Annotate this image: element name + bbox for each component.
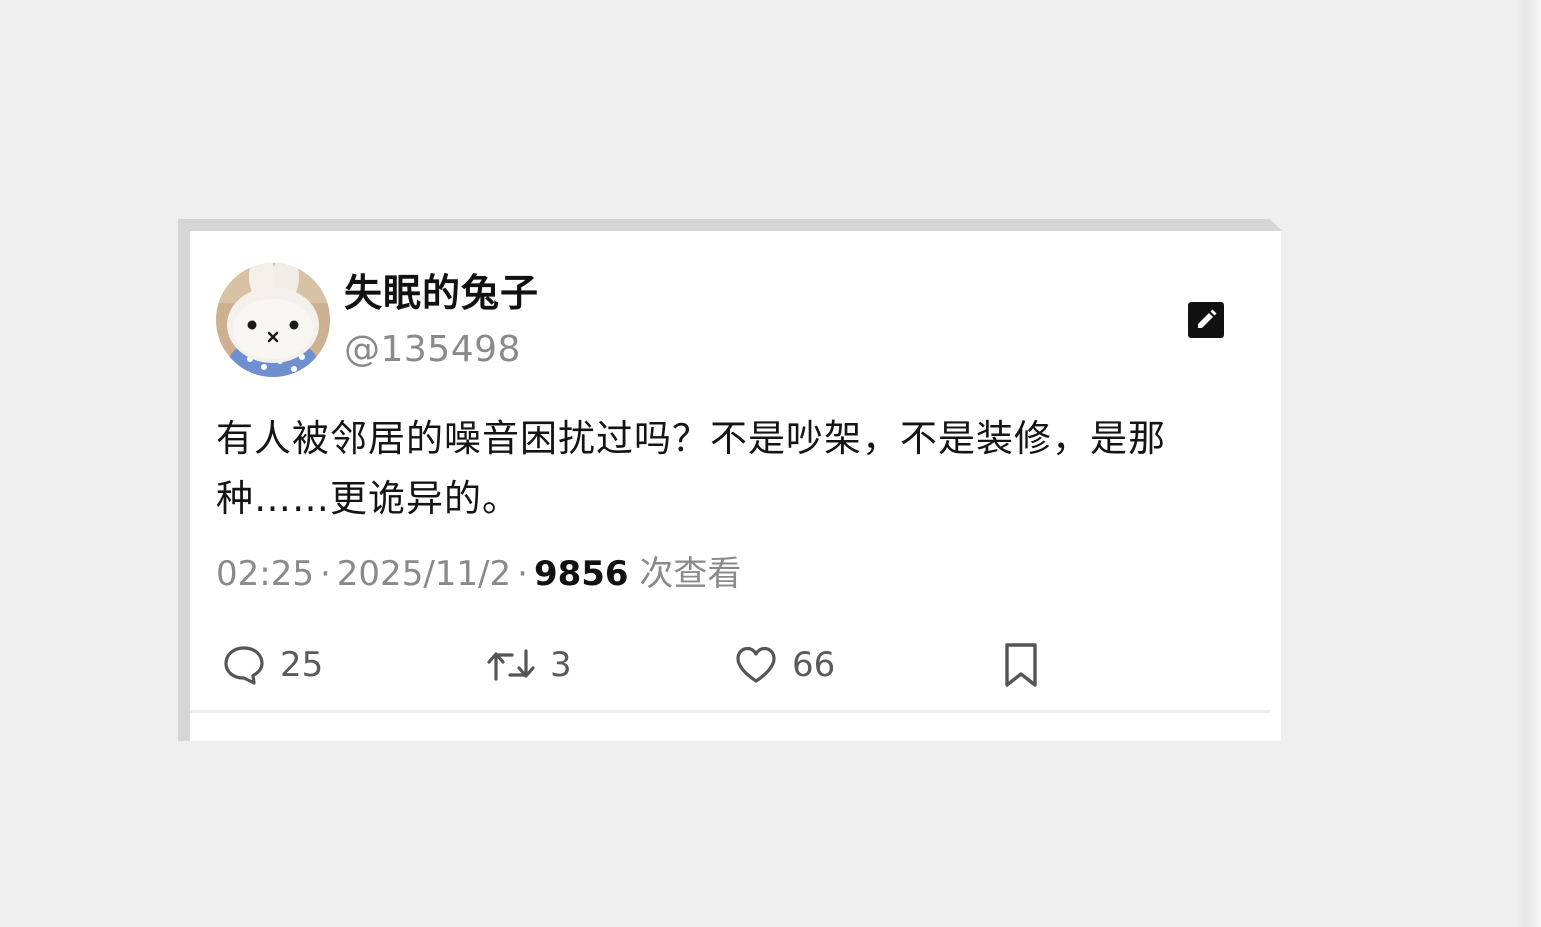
retweet-arrows-icon bbox=[487, 649, 535, 681]
screen-edge-shadow bbox=[1517, 0, 1541, 927]
bookmark-icon bbox=[1005, 643, 1037, 687]
post-date: 2025/11/2 bbox=[336, 554, 512, 594]
reply-button[interactable]: 25 bbox=[222, 639, 323, 691]
post-text: 有人被邻居的噪音困扰过吗？不是吵架，不是装修，是那种……更诡异的。 bbox=[216, 417, 1166, 520]
card-divider bbox=[190, 710, 1270, 713]
reply-count: 25 bbox=[280, 645, 324, 685]
speech-bubble-icon bbox=[224, 646, 264, 685]
avatar[interactable] bbox=[216, 263, 330, 377]
like-button[interactable]: 66 bbox=[734, 639, 835, 691]
post-meta: 02:25 · 2025/11/2 · 9856 次查看 bbox=[216, 552, 741, 596]
meta-separator: · bbox=[517, 554, 528, 594]
views-label: 次查看 bbox=[639, 554, 742, 594]
bookmark-button[interactable] bbox=[1002, 639, 1040, 691]
meta-separator: · bbox=[319, 554, 331, 594]
post-card: 失眠的兔子 @135498 有人被邻居的噪音困扰过吗？不是吵架，不是装修，是那种… bbox=[190, 231, 1281, 741]
bunny-plush-avatar-image bbox=[216, 263, 330, 377]
author-handle[interactable]: @135498 bbox=[344, 329, 521, 371]
edit-pencil-icon bbox=[1198, 309, 1217, 328]
heart-icon bbox=[736, 646, 776, 683]
edit-button[interactable] bbox=[1188, 302, 1224, 338]
retweet-button[interactable]: 3 bbox=[486, 639, 572, 691]
views-count: 9856 bbox=[533, 554, 629, 594]
retweet-count: 3 bbox=[550, 645, 572, 685]
author-display-name[interactable]: 失眠的兔子 bbox=[344, 271, 539, 315]
action-bar: 25 3 66 bbox=[190, 639, 1281, 691]
post-time: 02:25 bbox=[216, 554, 314, 594]
like-count: 66 bbox=[792, 645, 836, 685]
